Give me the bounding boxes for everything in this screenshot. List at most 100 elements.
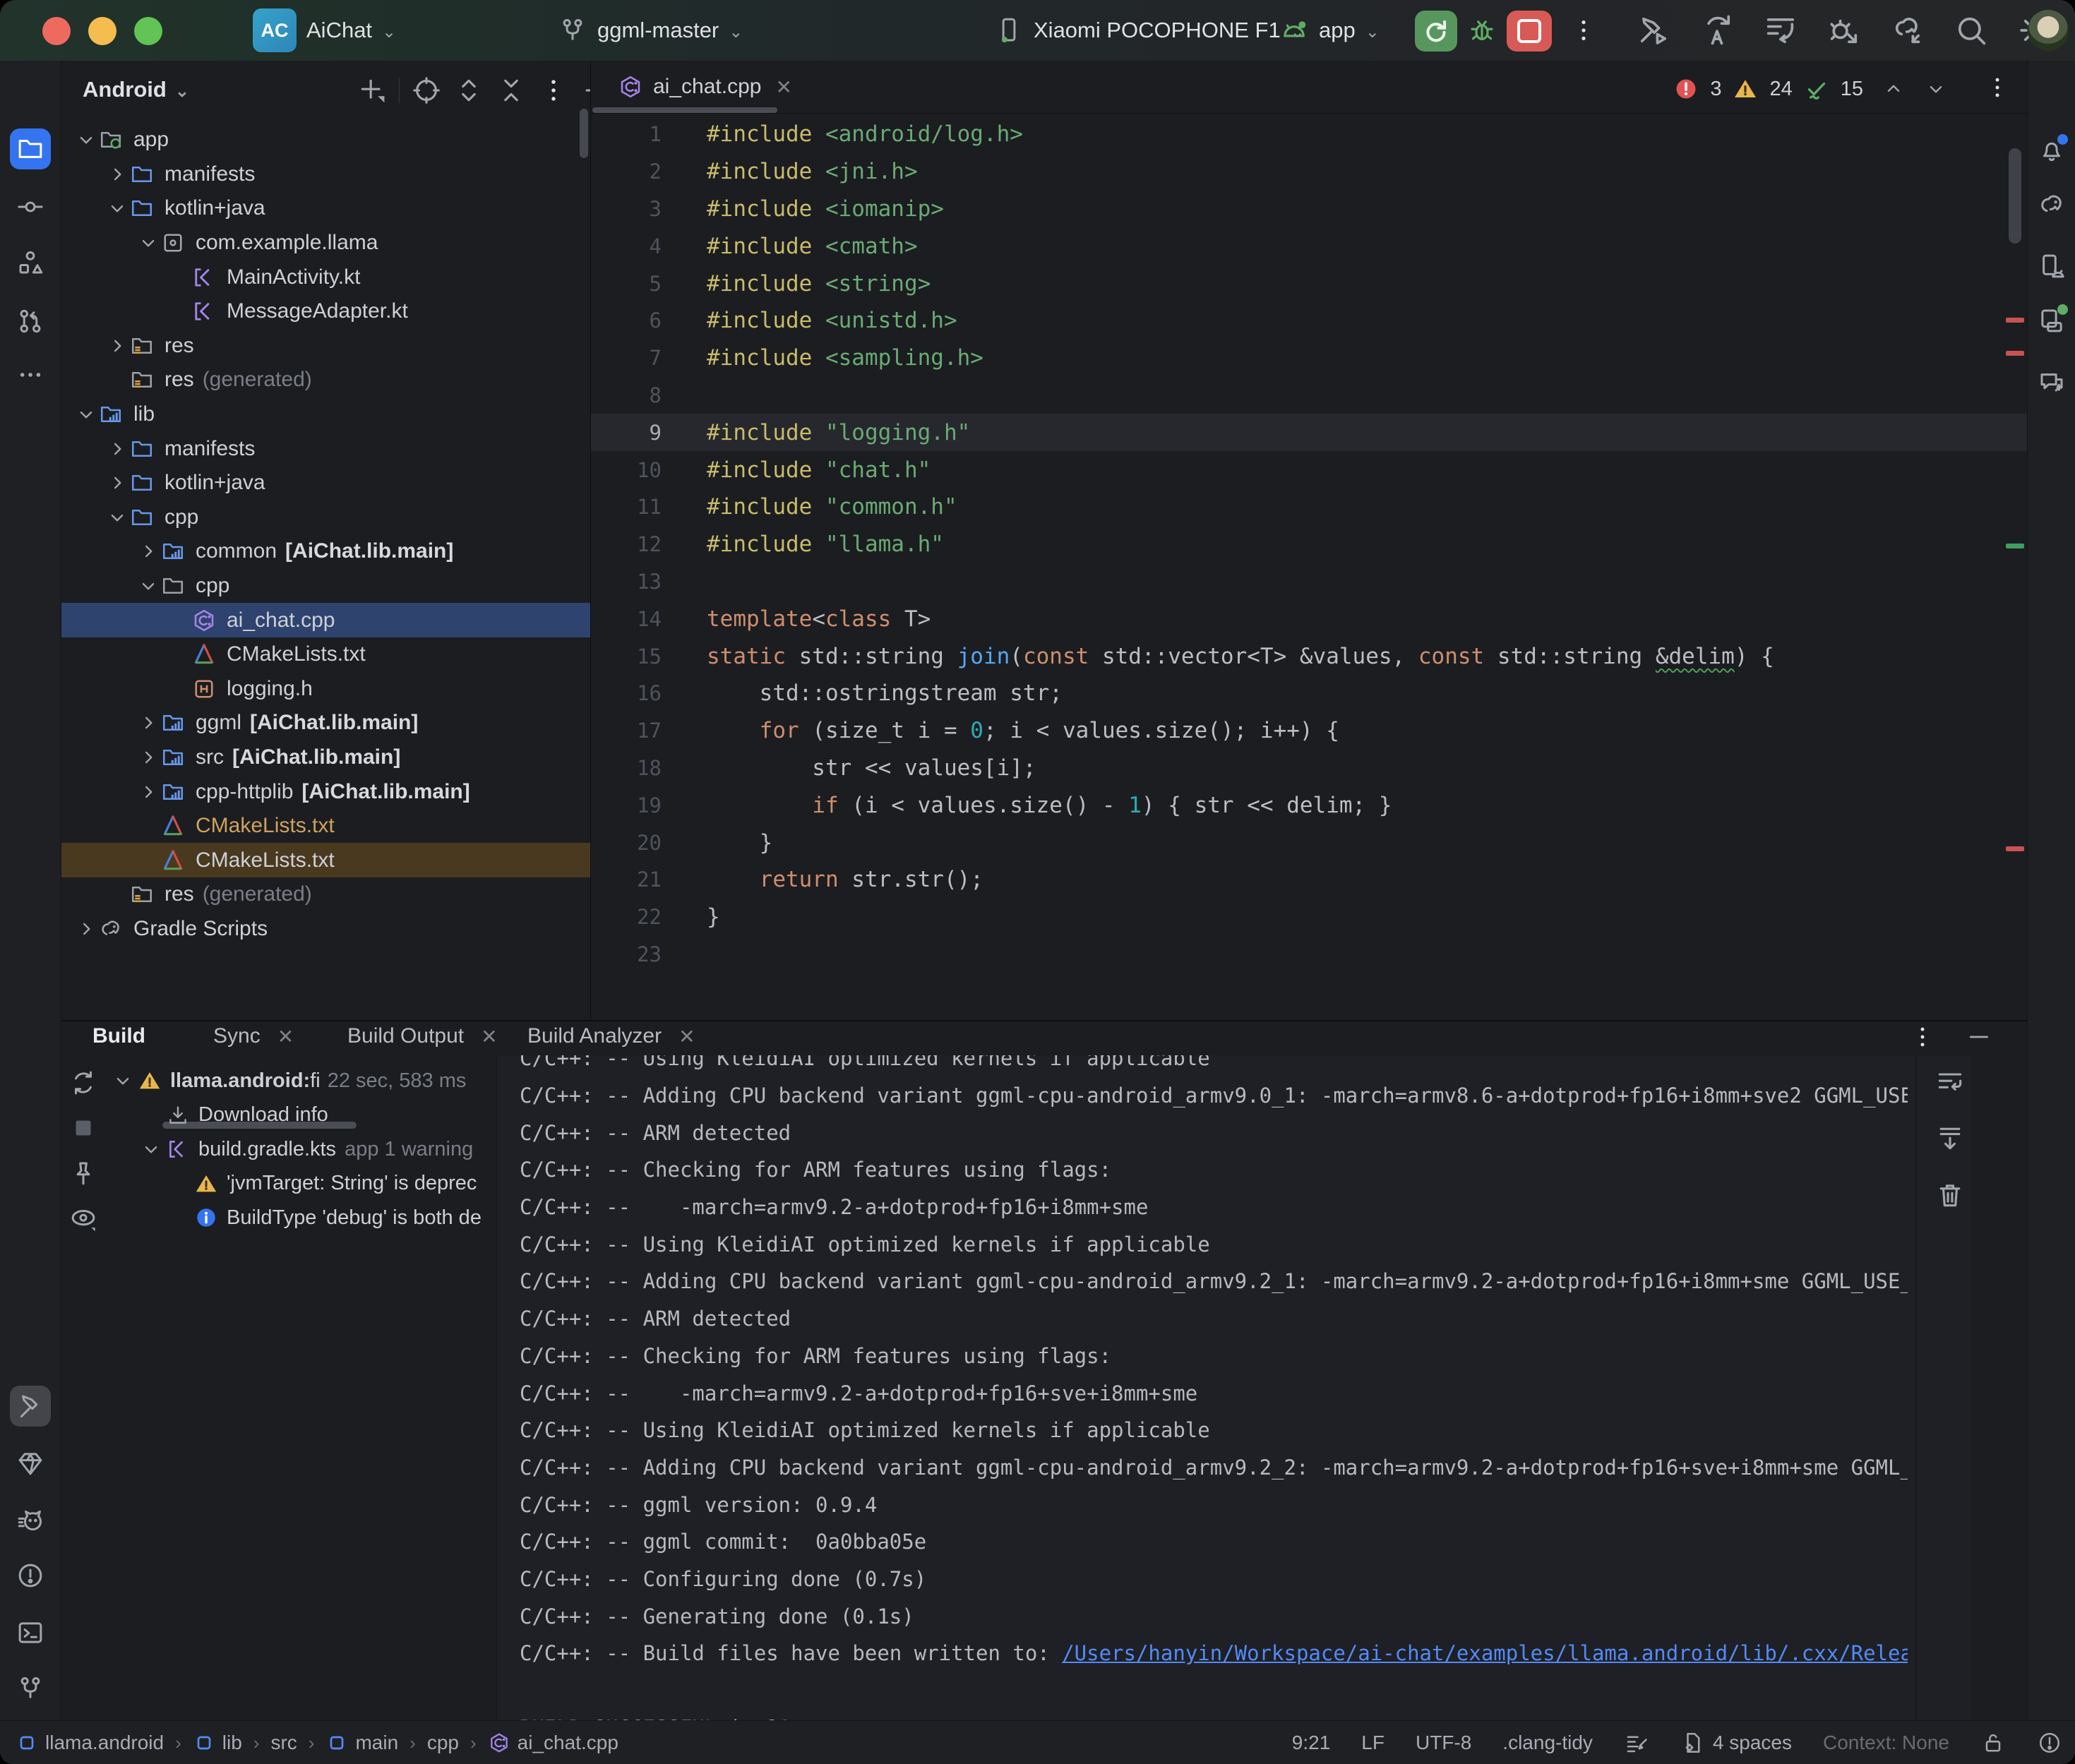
- build-tree-item[interactable]: Download info: [107, 1098, 496, 1133]
- code-line-8[interactable]: 8: [591, 377, 2027, 414]
- chevron-right-icon[interactable]: [136, 780, 160, 804]
- code-line-9[interactable]: 9#include "logging.h": [591, 414, 2027, 451]
- build-options-menu[interactable]: [1908, 1023, 1937, 1051]
- close-window-button[interactable]: [42, 17, 71, 45]
- error-stripe-mark[interactable]: [2006, 846, 2024, 851]
- tree-item-manifests[interactable]: manifests: [61, 431, 590, 466]
- build-tree-item[interactable]: 'jvmTarget: String' is deprec: [107, 1167, 496, 1201]
- tool-button-pull-requests[interactable]: [10, 301, 51, 342]
- tree-item-mainactivity-kt[interactable]: MainActivity.kt: [61, 260, 590, 294]
- tree-item-ai-chat-cpp[interactable]: ai_chat.cpp: [61, 603, 590, 637]
- pin-icon[interactable]: [68, 1158, 98, 1188]
- next-problem-icon[interactable]: [1924, 77, 1948, 101]
- scroll-to-end-icon[interactable]: [1935, 1123, 1966, 1154]
- branch-widget[interactable]: ggml-master ⌄: [558, 0, 743, 61]
- macos-traffic-lights[interactable]: [42, 17, 162, 45]
- status-context[interactable]: Context: None: [1823, 1732, 1949, 1754]
- tree-item-com-example-llama[interactable]: com.example.llama: [61, 226, 590, 260]
- code-line-16[interactable]: 16 std::ostringstream str;: [591, 675, 2027, 712]
- editor-options-menu[interactable]: [1983, 73, 2011, 102]
- tree-item-src[interactable]: src[AiChat.lib.main]: [61, 740, 590, 775]
- eye-icon[interactable]: [68, 1204, 98, 1233]
- breadcrumb-item-src[interactable]: src: [270, 1732, 297, 1754]
- refresh-icon[interactable]: [68, 1068, 98, 1098]
- status-line-ending[interactable]: LF: [1361, 1732, 1385, 1754]
- close-icon[interactable]: ✕: [678, 1025, 695, 1048]
- code-line-15[interactable]: 15static std::string join(const std::vec…: [591, 637, 2027, 675]
- status-caret-position[interactable]: 9:21: [1292, 1732, 1331, 1754]
- chevron-down-icon[interactable]: [136, 231, 160, 255]
- code-line-20[interactable]: 20 }: [591, 824, 2027, 861]
- tree-item-kotlin-java[interactable]: kotlin+java: [61, 466, 590, 500]
- code-line-19[interactable]: 19 if (i < values.size() - 1) { str << d…: [591, 786, 2027, 824]
- tree-item-cmakelists-txt[interactable]: CMakeLists.txt: [61, 843, 590, 877]
- tree-item-gradle-scripts[interactable]: Gradle Scripts: [61, 912, 590, 947]
- code-line-18[interactable]: 18 str << values[i];: [591, 750, 2027, 787]
- collapse-all-icon[interactable]: [496, 75, 527, 106]
- status-code-style[interactable]: .clang-tidy: [1502, 1732, 1593, 1754]
- chevron-right-icon[interactable]: [136, 711, 160, 735]
- tree-item-cmakelists-txt[interactable]: CMakeLists.txt: [61, 637, 590, 672]
- tree-item-ggml[interactable]: ggml[AiChat.lib.main]: [61, 706, 590, 740]
- status-readonly-toggle[interactable]: [1980, 1730, 2006, 1756]
- tool-button-more[interactable]: [10, 354, 51, 395]
- tree-item-manifests[interactable]: manifests: [61, 157, 590, 192]
- chevron-right-icon[interactable]: [105, 162, 129, 186]
- tree-item-res[interactable]: res(generated): [61, 363, 590, 397]
- chevron-down-icon[interactable]: [74, 402, 98, 426]
- project-view-selector[interactable]: Android ⌄: [83, 77, 189, 102]
- chevron-right-icon[interactable]: [136, 539, 160, 563]
- run-more-menu[interactable]: [1569, 0, 1598, 61]
- code-line-2[interactable]: 2#include <jni.h>: [591, 153, 2027, 191]
- tree-item-app[interactable]: app: [61, 123, 590, 157]
- tree-item-cpp[interactable]: cpp: [61, 569, 590, 604]
- tool-button-problems[interactable]: [10, 1555, 51, 1596]
- code-line-23[interactable]: 23: [591, 936, 2027, 973]
- code-line-22[interactable]: 22}: [591, 899, 2027, 936]
- chevron-right-icon[interactable]: [105, 334, 129, 358]
- tool-button-version-control[interactable]: [10, 1668, 51, 1709]
- chevron-right-icon[interactable]: [105, 471, 129, 495]
- tool-button-build[interactable]: [10, 1386, 51, 1427]
- chevron-down-icon[interactable]: [74, 128, 98, 152]
- tree-item-logging-h[interactable]: logging.h: [61, 672, 590, 707]
- minimize-window-button[interactable]: [88, 17, 116, 45]
- debug-button[interactable]: [1467, 0, 1497, 61]
- hide-minus-icon[interactable]: [580, 75, 591, 106]
- build-tree-item[interactable]: BuildType 'debug' is both de: [107, 1201, 496, 1235]
- tree-item-res[interactable]: res: [61, 329, 590, 364]
- tree-item-kotlin-java[interactable]: kotlin+java: [61, 191, 590, 226]
- tool-button-device-manager[interactable]: [2031, 246, 2072, 287]
- chevron-down-icon[interactable]: [105, 196, 129, 220]
- tool-button-project[interactable]: [10, 128, 51, 169]
- build-tree-item[interactable]: build.gradle.ktsapp 1 warning: [107, 1132, 496, 1167]
- tree-item-lib[interactable]: lib: [61, 397, 590, 432]
- locate-target-icon[interactable]: [411, 75, 442, 106]
- build-console[interactable]: C/C++: -- Using KleidiAI optimized kerne…: [496, 1055, 1971, 1722]
- close-icon[interactable]: ✕: [775, 76, 791, 99]
- error-stripe-mark[interactable]: [2006, 351, 2024, 356]
- gradle-sync-icon[interactable]: [1886, 9, 1929, 52]
- hide-minus-icon[interactable]: [1965, 1023, 1993, 1051]
- status-formatter[interactable]: [1624, 1730, 1649, 1756]
- editor[interactable]: ai_chat.cpp ✕ 3 24 15 1#include <android…: [591, 61, 2027, 1020]
- tree-item-cpp[interactable]: cpp: [61, 500, 590, 535]
- breadcrumb-item-llama-android[interactable]: llama.android: [16, 1732, 164, 1754]
- code-line-11[interactable]: 11#include "common.h": [591, 488, 2027, 526]
- code-line-6[interactable]: 6#include <unistd.h>: [591, 302, 2027, 340]
- build-tab-sync[interactable]: Sync✕: [213, 1024, 294, 1048]
- tab-ai_chat-cpp[interactable]: ai_chat.cpp ✕: [604, 61, 806, 113]
- prev-problem-icon[interactable]: [1882, 77, 1906, 101]
- code-line-13[interactable]: 13: [591, 563, 2027, 601]
- tree-item-cmakelists-txt[interactable]: CMakeLists.txt: [61, 809, 590, 844]
- code-line-10[interactable]: 10#include "chat.h": [591, 451, 2027, 488]
- sync-restart-icon[interactable]: [1696, 9, 1738, 52]
- project-widget[interactable]: AC AiChat ⌄: [253, 0, 396, 61]
- code-line-17[interactable]: 17 for (size_t i = 0; i < values.size();…: [591, 712, 2027, 750]
- add-plus-icon[interactable]: [357, 75, 388, 106]
- chevron-right-icon[interactable]: [74, 917, 98, 941]
- tab-scrollbar[interactable]: [592, 107, 777, 113]
- close-icon[interactable]: ✕: [481, 1025, 497, 1048]
- device-selector[interactable]: Xiaomi POCOPHONE F1 ⌄: [994, 0, 1305, 61]
- code-line-7[interactable]: 7#include <sampling.h>: [591, 340, 2027, 377]
